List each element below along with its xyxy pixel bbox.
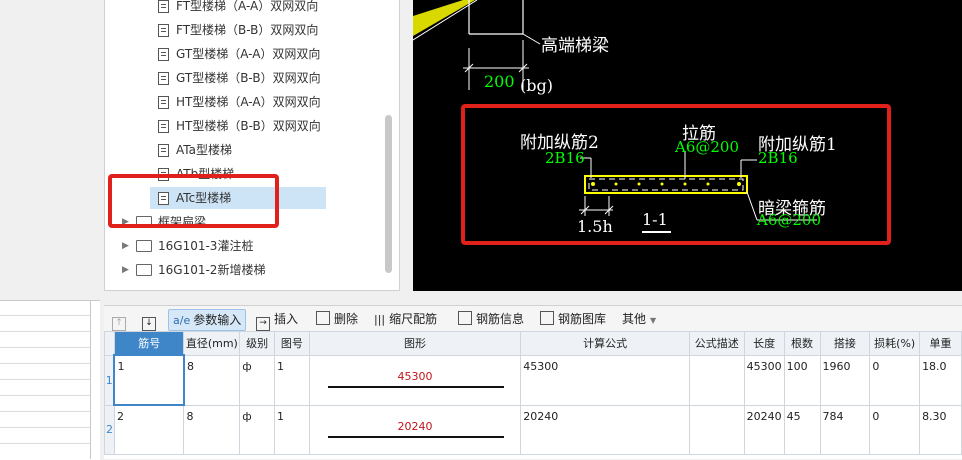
move-down-button[interactable]: ↓ [142,309,160,331]
col-header[interactable]: 公式描述 [688,331,745,356]
rebar-shape-line [327,435,505,438]
document-icon [158,144,169,157]
left-panel [0,0,100,300]
document-icon [158,72,169,85]
tree-item-gt-bb[interactable]: GT型楼梯（B-B）双网双向 [158,66,321,90]
dim-200: 200 [484,72,515,91]
cell-loss[interactable]: 0 [869,404,921,455]
tree-folder-16g101-3[interactable]: ▶ 16G101-3灌注桩 [122,234,253,258]
dim-bg: (bg) [520,76,553,95]
col-header[interactable]: 单重 [919,331,962,356]
col-header[interactable]: 计算公式 [520,331,690,356]
chevron-right-icon[interactable]: ▶ [122,234,129,258]
library-icon [540,311,554,325]
col-header[interactable]: 长度 [743,331,785,356]
cell-formula[interactable]: 45300 [520,354,690,406]
tree-item-gt-aa[interactable]: GT型楼梯（A-A）双网双向 [158,42,320,66]
document-icon [158,96,169,109]
left-grid [0,300,100,460]
cell-length[interactable]: 20240 [743,404,785,455]
col-header[interactable]: 图号 [274,331,310,356]
rebar-info-button[interactable]: 钢筋信息 [458,309,524,329]
cell-diameter[interactable]: 8 [183,404,241,455]
cell-fig[interactable]: 1 [274,354,310,406]
col-header[interactable]: 直径(mm) [183,331,241,356]
insert-button[interactable]: → 插入 [256,309,298,331]
cell-unit-weight[interactable]: 18.0 [919,354,962,406]
cell-id[interactable]: 2 [113,404,185,455]
arrow-up-icon: ↑ [112,317,126,331]
move-up-button[interactable]: ↑ [112,309,130,331]
param-input-icon: a/e [173,314,191,327]
table-header-row: 筋号 直径(mm) 级别 图号 图形 计算公式 公式描述 长度 根数 搭接 损耗… [104,331,962,356]
chevron-right-icon[interactable]: ▶ [122,258,129,282]
cell-desc[interactable] [688,404,745,455]
cell-unit-weight[interactable]: 8.30 [919,404,962,455]
row-number[interactable]: 1 [104,354,115,406]
other-menu-button[interactable]: 其他 ▼ [622,309,656,329]
insert-icon: → [256,317,270,331]
tree-folder-16g101-2[interactable]: ▶ 16G101-2新增楼梯 [122,258,265,282]
folder-icon [136,264,152,276]
cell-count[interactable]: 100 [783,354,821,406]
rebar-toolbar: ↑ ↓ a/e 参数输入 → 插入 删除 ||| 缩尺配筋 钢筋信息 钢筋图库 其他 ▼ [104,305,962,333]
document-icon [158,0,169,13]
high-beam-label: 高端梯梁 [541,36,609,56]
tree-item-ft-bb[interactable]: FT型楼梯（B-B）双网双向 [158,18,318,42]
cell-formula[interactable]: 20240 [520,404,690,455]
cell-diameter[interactable]: 8 [183,354,241,406]
row-number[interactable]: 2 [104,404,115,455]
document-icon [158,24,169,37]
col-header[interactable]: 筋号 [113,331,185,356]
ruler-icon: ||| [374,313,386,326]
cell-id[interactable]: 1 [113,354,185,406]
document-icon [158,120,169,133]
param-input-button[interactable]: a/e 参数输入 [168,309,247,331]
table-row[interactable]: 2 2 8 ф 1 20240 20240 20240 45 784 0 8.3… [104,404,962,455]
folder-icon [136,240,152,252]
col-header[interactable]: 搭接 [819,331,871,356]
tree-item-ht-aa[interactable]: HT型楼梯（A-A）双网双向 [158,90,321,114]
cell-grade[interactable]: ф [239,404,276,455]
rebar-table: 筋号 直径(mm) 级别 图号 图形 计算公式 公式描述 长度 根数 搭接 损耗… [104,331,962,459]
col-header[interactable]: 根数 [783,331,821,356]
cell-lap[interactable]: 1960 [819,354,871,406]
cell-grade[interactable]: ф [239,354,276,406]
cell-shape[interactable]: 45300 [308,354,522,406]
tree-item-ht-bb[interactable]: HT型楼梯（B-B）双网双向 [158,114,321,138]
document-icon [158,48,169,61]
ruler-rebar-button[interactable]: ||| 缩尺配筋 [374,309,437,329]
col-header[interactable]: 级别 [239,331,276,356]
tree-item-ft-aa[interactable]: FT型楼梯（A-A）双网双向 [158,0,318,18]
header-corner [104,331,115,356]
col-header[interactable]: 图形 [308,331,522,356]
rebar-shape-line [327,385,505,388]
trash-icon [316,311,330,325]
table-row[interactable]: 1 1 8 ф 1 45300 45300 45300 100 1960 0 1… [104,354,962,406]
cell-desc[interactable] [688,354,745,406]
cell-length[interactable]: 45300 [743,354,785,406]
highlight-box-tree [108,174,279,228]
rebar-library-button[interactable]: 钢筋图库 [540,309,606,329]
cell-loss[interactable]: 0 [869,354,921,406]
col-header[interactable]: 损耗(%) [869,331,921,356]
tree-item-ata[interactable]: ATa型楼梯 [158,138,232,162]
delete-button[interactable]: 删除 [316,309,358,329]
tree-scrollbar[interactable] [385,115,392,273]
cell-count[interactable]: 45 [783,404,821,455]
chevron-down-icon: ▼ [650,316,657,325]
cell-lap[interactable]: 784 [819,404,871,455]
highlight-box-section [461,104,891,245]
divider [90,300,91,459]
arrow-down-icon: ↓ [142,317,156,331]
cell-shape[interactable]: 20240 [308,404,522,455]
info-icon [458,311,472,325]
cell-fig[interactable]: 1 [274,404,310,455]
